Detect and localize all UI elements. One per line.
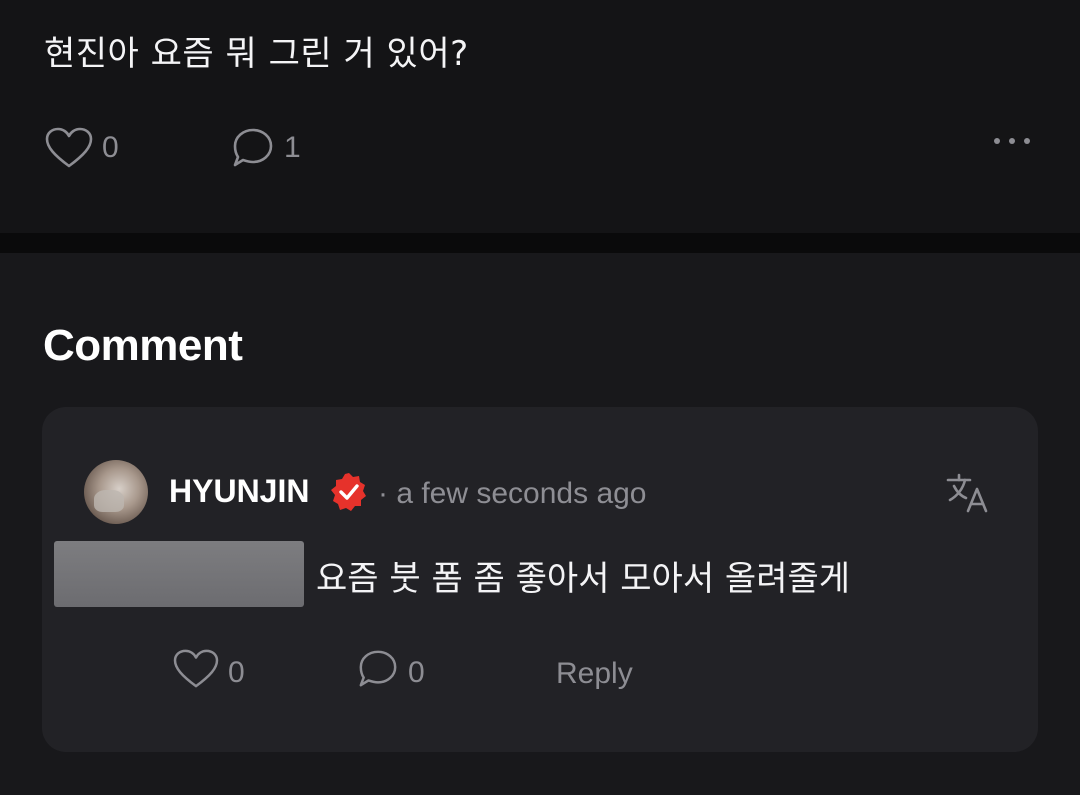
verified-badge-icon bbox=[328, 471, 370, 513]
comment-text: 요즘 붓 폼 좀 좋아서 모아서 올려줄게 bbox=[316, 559, 851, 599]
more-dots-icon[interactable] bbox=[994, 138, 1030, 144]
heart-icon bbox=[172, 648, 220, 698]
post-like-count: 0 bbox=[102, 131, 119, 164]
comment-card: HYUNJIN · a few seconds ago 요즘 붓 폼 좀 좋아서… bbox=[42, 407, 1038, 752]
post-text: 현진아 요즘 뭐 그린 거 있어? bbox=[44, 34, 469, 74]
comment-reply-count: 0 bbox=[408, 656, 425, 689]
comment-like-count: 0 bbox=[228, 656, 245, 689]
section-divider bbox=[0, 233, 1080, 253]
comments-section: Comment HYUNJIN · a few seconds ago 요즘 붓… bbox=[0, 253, 1080, 795]
comments-title: Comment bbox=[43, 321, 243, 370]
post-comment-button[interactable]: 1 bbox=[230, 126, 301, 170]
comment-timestamp: · a few seconds ago bbox=[378, 477, 647, 510]
comment-reply-count-button[interactable]: 0 bbox=[356, 648, 425, 698]
post: 현진아 요즘 뭐 그린 거 있어? 0 1 bbox=[0, 0, 1080, 233]
comment-like-button[interactable]: 0 bbox=[172, 648, 245, 698]
translate-icon[interactable] bbox=[946, 471, 992, 515]
post-comment-count: 1 bbox=[284, 131, 301, 164]
avatar[interactable] bbox=[84, 460, 148, 524]
redacted-mention bbox=[54, 541, 304, 607]
reply-button[interactable]: Reply bbox=[556, 657, 633, 691]
heart-icon bbox=[44, 126, 94, 170]
comment-bubble-icon bbox=[356, 648, 400, 698]
comment-username[interactable]: HYUNJIN bbox=[169, 473, 309, 510]
comment-bubble-icon bbox=[230, 126, 276, 170]
post-like-button[interactable]: 0 bbox=[44, 126, 119, 170]
